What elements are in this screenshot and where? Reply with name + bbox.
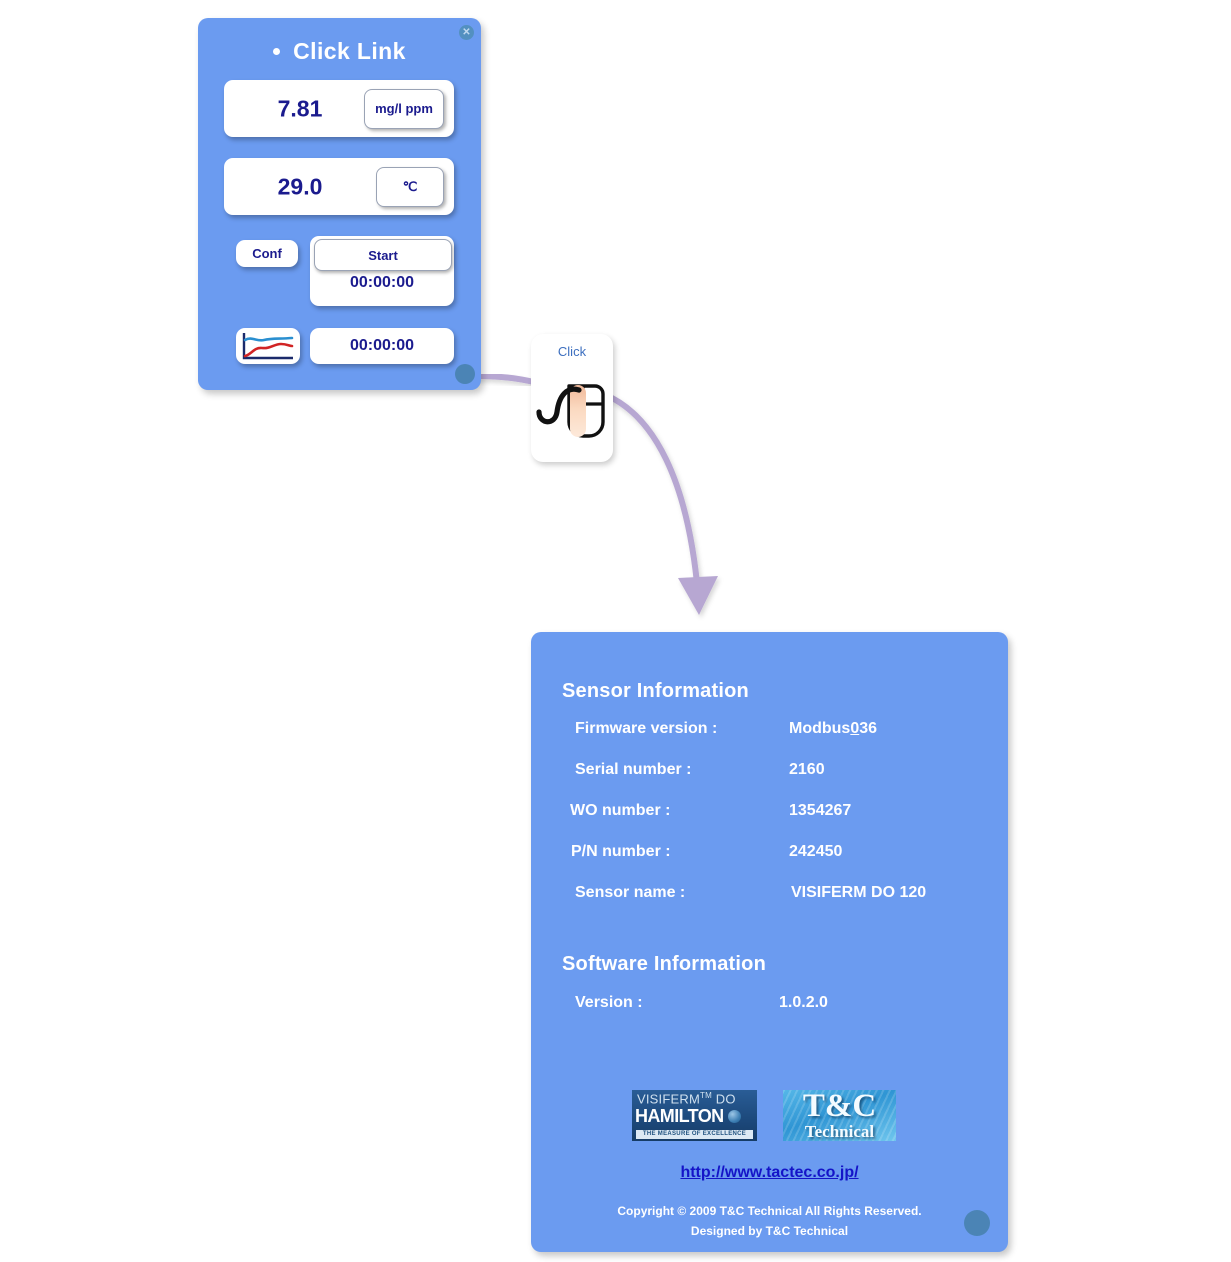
serial-number-label: Serial number : (575, 761, 692, 778)
panel-title: Click Link (198, 38, 481, 65)
software-information-heading: Software Information (562, 953, 767, 975)
info-row: Version : 1.0.2.0 (531, 994, 1008, 1016)
wo-number-label: WO number : (570, 802, 671, 819)
close-icon[interactable]: ✕ (459, 25, 474, 40)
hamilton-visiferm-logo: VISIFERMTM DO HAMILTON THE MEASURE OF EX… (632, 1090, 757, 1141)
do-value: 7.81 (277, 95, 323, 121)
trend-chart-glyph (242, 333, 294, 360)
elapsed-time-value: 00:00:00 (349, 337, 415, 354)
hamilton-logo-line2: HAMILTON (635, 1106, 724, 1126)
timer-value: 00:00:00 (349, 274, 415, 291)
designed-by-text: Designed by T&C Technical (690, 1224, 849, 1238)
temperature-unit-button[interactable]: ℃ (376, 166, 444, 207)
temperature-value: 29.0 (277, 173, 323, 199)
arrow-head-icon (678, 576, 718, 615)
elapsed-time-card: 00:00:00 (310, 328, 454, 364)
serial-number-value: 2160 (789, 761, 825, 778)
sensor-information-heading: Sensor Information (562, 680, 749, 702)
bullet-icon (273, 47, 281, 55)
logo-row: VISIFERMTM DO HAMILTON THE MEASURE OF EX… (531, 1090, 1008, 1142)
software-version-label: Version : (575, 994, 643, 1011)
tc-logo-sub: Technical (804, 1122, 875, 1141)
connector-left (471, 373, 537, 385)
hamilton-logo-line1: VISIFERMTM DO (637, 1091, 736, 1107)
info-row: Sensor name : VISIFERM DO 120 (531, 884, 1008, 906)
sensor-information-panel: Sensor Information Firmware version : Mo… (531, 632, 1008, 1252)
info-row: WO number : 1354267 (531, 802, 1008, 824)
connector-right (609, 395, 700, 586)
do-readout-card: 7.81 mg/l ppm (224, 80, 454, 137)
software-version-value: 1.0.2.0 (779, 994, 828, 1011)
tc-logo-main: T&C (802, 1090, 877, 1124)
sensor-name-label: Sensor name : (575, 884, 686, 901)
mouse-click-icon (536, 384, 605, 438)
firmware-version-label: Firmware version : (575, 720, 718, 737)
hamilton-logo-tagline: THE MEASURE OF EXCELLENCE (636, 1130, 753, 1139)
click-badge-label: Click (557, 344, 587, 359)
trend-chart-icon[interactable] (236, 328, 300, 364)
info-row: Firmware version : Modbus036 (531, 720, 1008, 742)
panel-title-label: Click Link (293, 38, 406, 64)
tc-technical-logo: T&C Technical (783, 1090, 896, 1141)
pn-number-label: P/N number : (571, 843, 671, 860)
firmware-version-value: Modbus036 (789, 720, 878, 737)
timer-card: Start 00:00:00 (310, 236, 454, 306)
click-badge[interactable]: Click (531, 334, 613, 462)
temperature-readout-card: 29.0 ℃ (224, 158, 454, 215)
do-unit-button[interactable]: mg/l ppm (364, 88, 444, 129)
wo-number-value: 1354267 (789, 802, 852, 819)
info-row: P/N number : 242450 (531, 843, 1008, 865)
resize-handle-dot[interactable] (964, 1210, 990, 1236)
pn-number-value: 242450 (789, 843, 843, 860)
start-button[interactable]: Start (314, 239, 452, 271)
website-link[interactable]: http://www.tactec.co.jp/ (531, 1164, 1008, 1182)
sensor-name-value: VISIFERM DO 120 (791, 884, 927, 901)
conf-button[interactable]: Conf (236, 240, 298, 267)
copyright-text: Copyright © 2009 T&C Technical All Right… (617, 1204, 922, 1218)
resize-handle-dot[interactable] (455, 364, 475, 384)
click-link-panel: Click Link ✕ 7.81 mg/l ppm 29.0 ℃ Conf S… (198, 18, 481, 390)
globe-icon (728, 1110, 741, 1123)
info-row: Serial number : 2160 (531, 761, 1008, 783)
